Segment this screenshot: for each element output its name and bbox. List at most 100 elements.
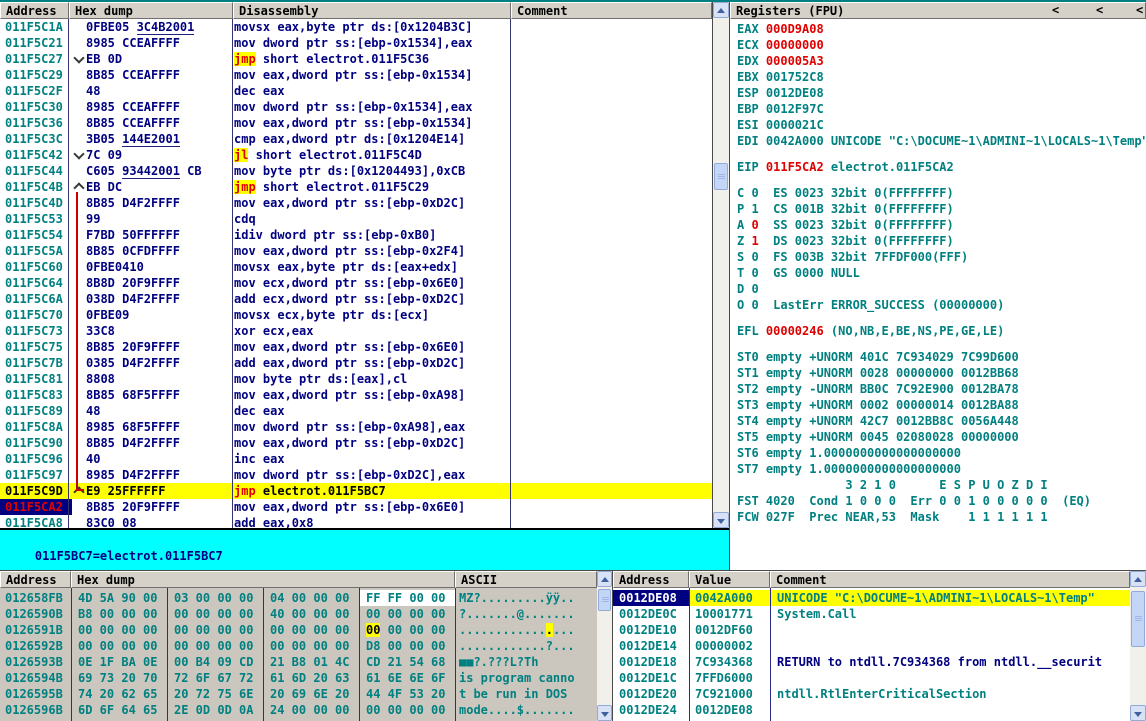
stack-row[interactable]: 0012DE1400000002 [613,638,1130,654]
register-line[interactable]: Z 1 DS 0023 32bit 0(FFFFFFFF) [730,233,1146,249]
stack-row[interactable]: 0012DE0C10001771System.Call [613,606,1130,622]
register-line[interactable]: ST3 empty +UNORM 0002 00000014 0012BA88 [730,397,1146,413]
disasm-row[interactable]: 011F5C7333C8xor ecx,eax [0,323,712,339]
comment-cell [512,275,712,291]
scroll-up-icon[interactable] [1130,571,1146,587]
dump-scrollbar[interactable] [597,571,612,721]
disasm-row[interactable]: 011F5C298B85 CCEAFFFFmov eax,dword ptr s… [0,67,712,83]
dump-row[interactable]: 0126591B00 00 00 0000 00 00 0000 00 00 0… [0,622,597,638]
scroll-up-icon[interactable] [597,571,612,587]
disasm-row[interactable]: 011F5C8A8985 68F5FFFFmov dword ptr ss:[e… [0,419,712,435]
instruction-bytes: 3B05 144E2001 [86,131,234,147]
instruction-address: 011F5C89 [0,403,72,419]
register-line[interactable]: ESP 0012DE08 [730,85,1146,101]
stack-row[interactable]: 0012DE1C7FFD6000 [613,670,1130,686]
disasm-row[interactable]: 011F5C600FBE0410movsx eax,byte ptr ds:[e… [0,259,712,275]
register-line[interactable]: FST 4020 Cond 1 0 0 0 Err 0 0 1 0 0 0 0 … [730,493,1146,509]
register-line[interactable]: FCW 027F Prec NEAR,53 Mask 1 1 1 1 1 1 [730,509,1146,525]
scroll-down-icon[interactable] [1130,705,1146,721]
stack-comment: RETURN to ntdll.7C934368 from ntdll.__se… [770,654,1130,670]
disasm-row[interactable]: 011F5C427C 09jl short electrot.011F5C4D [0,147,712,163]
dump-row[interactable]: 0126590BB8 00 00 0000 00 00 0040 00 00 0… [0,606,597,622]
stack-row[interactable]: 0012DE100012DF60 [613,622,1130,638]
disasm-row[interactable]: 011F5C4D8B85 D4F2FFFFmov eax,dword ptr s… [0,195,712,211]
disasm-row[interactable]: 011F5C5399cdq [0,211,712,227]
stack-row[interactable]: 0012DE240012DE08 [613,702,1130,718]
register-line[interactable]: ST2 empty -UNORM BB0C 7C92E900 0012BA78 [730,381,1146,397]
register-line[interactable]: A 0 SS 0023 32bit 0(FFFFFFFF) [730,217,1146,233]
dump-row[interactable]: 012658FB4D 5A 90 0003 00 00 0004 00 00 0… [0,590,597,606]
collapse-section-icon[interactable]: < [1136,2,1143,18]
scroll-up-icon[interactable] [713,2,729,18]
register-line[interactable]: 3 2 1 0 E S P U O Z D I [730,477,1146,493]
disasm-row[interactable]: 011F5C44C605 93442001 CBmov byte ptr ds:… [0,163,712,179]
register-line[interactable]: P 1 CS 001B 32bit 0(FFFFFFFF) [730,201,1146,217]
disasm-row[interactable]: 011F5C7B0385 D4F2FFFFadd eax,dword ptr s… [0,355,712,371]
disasm-row[interactable]: 011F5C908B85 D4F2FFFFmov eax,dword ptr s… [0,435,712,451]
register-line[interactable]: ST0 empty +UNORM 401C 7C934029 7C99D600 [730,349,1146,365]
dump-row[interactable]: 0126596B6D 6F 64 652E 0D 0D 0A24 00 00 0… [0,702,597,718]
disasm-row[interactable]: 011F5C700FBE09movsx ecx,byte ptr ds:[ecx… [0,307,712,323]
disasm-row[interactable]: 011F5C838B85 68F5FFFFmov eax,dword ptr s… [0,387,712,403]
scroll-down-icon[interactable] [713,512,729,528]
register-line[interactable]: ESI 0000021C [730,117,1146,133]
register-line[interactable]: EDX 000005A3 [730,53,1146,69]
disasm-row[interactable]: 011F5C54F7BD 50FFFFFFidiv dword ptr ss:[… [0,227,712,243]
dump-row[interactable]: 0126595B74 20 62 6520 72 75 6E20 69 6E 2… [0,686,597,702]
disasm-row[interactable]: 011F5C978985 D4F2FFFFmov dword ptr ss:[e… [0,467,712,483]
register-line[interactable]: ST6 empty 1.0000000000000000000 [730,445,1146,461]
disasm-row[interactable]: 011F5CA883C0 08add eax,0x8 [0,515,712,528]
register-line[interactable]: EIP 011F5CA2 electrot.011F5CA2 [730,159,1146,175]
register-line[interactable]: EDI 0042A000 UNICODE "C:\DOCUME~1\ADMINI… [730,133,1146,149]
register-line[interactable]: EFL 00000246 (NO,NB,E,BE,NS,PE,GE,LE) [730,323,1146,339]
register-line[interactable]: ECX 00000000 [730,37,1146,53]
scroll-down-icon[interactable] [597,705,612,721]
disasm-row[interactable]: 011F5C5A8B85 0CFDFFFFmov eax,dword ptr s… [0,243,712,259]
disasm-row[interactable]: 011F5C308985 CCEAFFFFmov dword ptr ss:[e… [0,99,712,115]
disasm-row[interactable]: 011F5C2F48dec eax [0,83,712,99]
register-line[interactable]: S 0 FS 003B 32bit 7FFDF000(FFF) [730,249,1146,265]
register-line[interactable]: ST4 empty +UNORM 42C7 0012BB8C 0056A448 [730,413,1146,429]
disasm-row[interactable]: 011F5C818808mov byte ptr ds:[eax],cl [0,371,712,387]
disasm-row[interactable]: 011F5C4BEB DCjmp short electrot.011F5C29 [0,179,712,195]
register-line[interactable]: ST7 empty 1.0000000000000000000 [730,461,1146,477]
disasm-row[interactable]: 011F5C9DE9 25FFFFFFjmp electrot.011F5BC7 [0,483,712,499]
dump-ascii: ■■?.???L?Th [455,654,597,670]
disasm-row[interactable]: 011F5C368B85 CCEAFFFFmov eax,dword ptr s… [0,115,712,131]
disasm-row[interactable]: 011F5C1A0FBE05 3C4B2001movsx eax,byte pt… [0,19,712,35]
disasm-row[interactable]: 011F5CA28B85 20F9FFFFmov eax,dword ptr s… [0,499,712,515]
disasm-row[interactable]: 011F5C3C3B05 144E2001cmp eax,dword ptr d… [0,131,712,147]
scrollbar-thumb[interactable] [714,163,728,190]
register-line[interactable]: ST5 empty +UNORM 0045 02080028 00000000 [730,429,1146,445]
disasm-row[interactable]: 011F5C27EB 0Djmp short electrot.011F5C36 [0,51,712,67]
disassembly-scrollbar[interactable] [713,2,729,528]
instruction-address: 011F5C73 [0,323,72,339]
stack-row[interactable]: 0012DE187C934368RETURN to ntdll.7C934368… [613,654,1130,670]
register-line[interactable]: T 0 GS 0000 NULL [730,265,1146,281]
disasm-row[interactable]: 011F5C648B8D 20F9FFFFmov ecx,dword ptr s… [0,275,712,291]
register-line[interactable]: C 0 ES 0023 32bit 0(FFFFFFFF) [730,185,1146,201]
register-line[interactable]: ST1 empty +UNORM 0028 00000000 0012BB68 [730,365,1146,381]
scrollbar-thumb[interactable] [598,589,611,611]
disasm-row[interactable]: 011F5C9640inc eax [0,451,712,467]
collapse-section-icon[interactable]: < [1096,2,1103,18]
register-line[interactable]: O 0 LastErr ERROR_SUCCESS (00000000) [730,297,1146,313]
dump-row[interactable]: 0126594B69 73 20 7072 6F 67 7261 6D 20 6… [0,670,597,686]
disasm-row[interactable]: 011F5C758B85 20F9FFFFmov eax,dword ptr s… [0,339,712,355]
info-pane[interactable]: 011F5BC7=electrot.011F5BC7 [0,528,729,570]
dump-row[interactable]: 0126593B0E 1F BA 0E00 B4 09 CD21 B8 01 4… [0,654,597,670]
dump-byte-group: D8 00 00 00 [359,638,455,654]
collapse-section-icon[interactable]: < [1052,2,1059,18]
register-line[interactable]: D 0 [730,281,1146,297]
stack-scrollbar[interactable] [1130,571,1146,721]
register-line[interactable]: EBP 0012F97C [730,101,1146,117]
stack-row[interactable]: 0012DE080042A000UNICODE "C:\DOCUME~1\ADM… [613,590,1130,606]
dump-row[interactable]: 0126592B00 00 00 0000 00 00 0000 00 00 0… [0,638,597,654]
stack-row[interactable]: 0012DE207C921000ntdll.RtlEnterCriticalSe… [613,686,1130,702]
scrollbar-thumb[interactable] [1131,591,1145,647]
register-line[interactable]: EAX 000D9A08 [730,21,1146,37]
disasm-row[interactable]: 011F5C6A038D D4F2FFFFadd ecx,dword ptr s… [0,291,712,307]
disasm-row[interactable]: 011F5C218985 CCEAFFFFmov dword ptr ss:[e… [0,35,712,51]
disasm-row[interactable]: 011F5C8948dec eax [0,403,712,419]
register-line[interactable]: EBX 001752C8 [730,69,1146,85]
